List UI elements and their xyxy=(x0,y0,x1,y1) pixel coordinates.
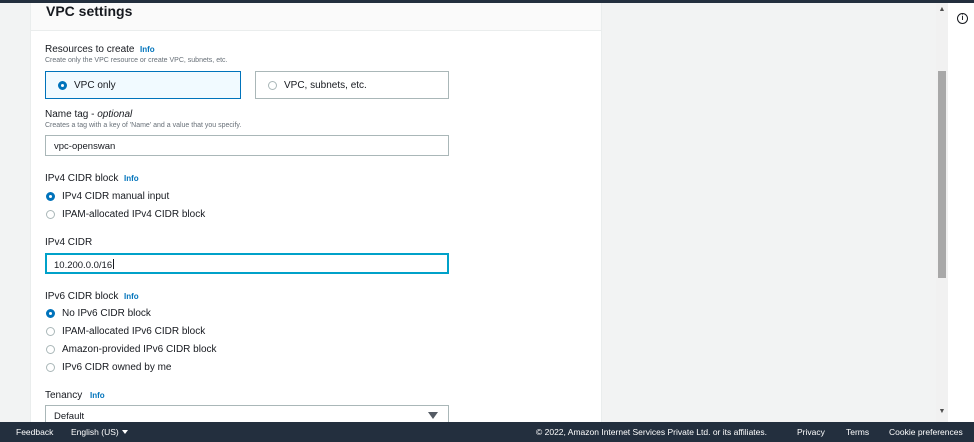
text-caret xyxy=(113,259,115,269)
main-content: VPC settings Resources to create Info Cr… xyxy=(0,3,936,422)
resources-label: Resources to create xyxy=(45,44,135,55)
panel-header: VPC settings xyxy=(31,3,601,31)
tile-vpc-subnets-label: VPC, subnets, etc. xyxy=(284,80,367,91)
radio-ipv4-manual[interactable] xyxy=(46,192,55,201)
radio-ipv6-ipam-label: IPAM-allocated IPv6 CIDR block xyxy=(62,326,206,337)
copyright-text: © 2022, Amazon Internet Services Private… xyxy=(536,427,767,437)
radio-ipv6-owned-label: IPv6 CIDR owned by me xyxy=(62,362,172,373)
cookie-preferences-link[interactable]: Cookie preferences xyxy=(889,427,963,437)
radio-ipv4-ipam[interactable] xyxy=(46,210,55,219)
scrollbar-thumb[interactable] xyxy=(938,71,946,278)
terms-link[interactable]: Terms xyxy=(846,427,869,437)
radio-ipv6-none[interactable] xyxy=(46,309,55,318)
ipv4-block-info-link[interactable]: Info xyxy=(124,174,139,183)
tile-vpc-subnets[interactable]: VPC, subnets, etc. xyxy=(255,71,449,99)
tile-vpc-only-label: VPC only xyxy=(74,80,116,91)
tenancy-select-value: Default xyxy=(54,411,85,422)
tenancy-select[interactable]: Default xyxy=(45,405,449,422)
resources-info-link[interactable]: Info xyxy=(140,45,155,54)
name-tag-description: Creates a tag with a key of 'Name' and a… xyxy=(45,122,242,129)
scroll-up-arrow-icon[interactable]: ▲ xyxy=(936,6,948,16)
caret-down-icon xyxy=(428,412,438,419)
panel-title: VPC settings xyxy=(46,3,133,19)
radio-ipv4-manual-label: IPv4 CIDR manual input xyxy=(62,191,170,202)
vpc-settings-panel: VPC settings Resources to create Info Cr… xyxy=(30,3,602,422)
radio-ipv6-amazon[interactable] xyxy=(46,345,55,354)
language-selector[interactable]: English (US) xyxy=(71,427,128,437)
side-panel-strip: i xyxy=(948,3,974,422)
ipv4-cidr-label: IPv4 CIDR xyxy=(45,237,93,248)
scroll-down-arrow-icon[interactable]: ▼ xyxy=(936,408,948,418)
radio-ipv6-owned[interactable] xyxy=(46,363,55,372)
radio-vpc-subnets[interactable] xyxy=(268,81,277,90)
info-circle-icon[interactable]: i xyxy=(957,13,968,24)
radio-ipv6-ipam[interactable] xyxy=(46,327,55,336)
radio-ipv4-ipam-label: IPAM-allocated IPv4 CIDR block xyxy=(62,209,206,220)
caret-down-icon xyxy=(121,430,128,434)
ipv4-block-label: IPv4 CIDR block xyxy=(45,173,119,184)
name-tag-label: Name tag - optional xyxy=(45,109,133,120)
name-tag-input[interactable]: vpc-openswan xyxy=(45,135,449,156)
resources-description: Create only the VPC resource or create V… xyxy=(45,57,228,64)
ipv6-block-info-link[interactable]: Info xyxy=(124,292,139,301)
ipv6-block-label: IPv6 CIDR block xyxy=(45,291,119,302)
ipv4-cidr-input[interactable]: 10.200.0.0/16 xyxy=(45,253,449,274)
radio-ipv6-amazon-label: Amazon-provided IPv6 CIDR block xyxy=(62,344,217,355)
vertical-scrollbar[interactable]: ▲ ▼ xyxy=(936,3,948,422)
footer-bar: Feedback English (US) © 2022, Amazon Int… xyxy=(0,422,974,442)
tenancy-info-link[interactable]: Info xyxy=(90,391,105,400)
feedback-link[interactable]: Feedback xyxy=(16,427,53,437)
tenancy-label: Tenancy xyxy=(45,390,83,401)
privacy-link[interactable]: Privacy xyxy=(797,427,825,437)
radio-ipv6-none-label: No IPv6 CIDR block xyxy=(62,308,151,319)
radio-vpc-only[interactable] xyxy=(58,81,67,90)
tile-vpc-only[interactable]: VPC only xyxy=(45,71,241,99)
